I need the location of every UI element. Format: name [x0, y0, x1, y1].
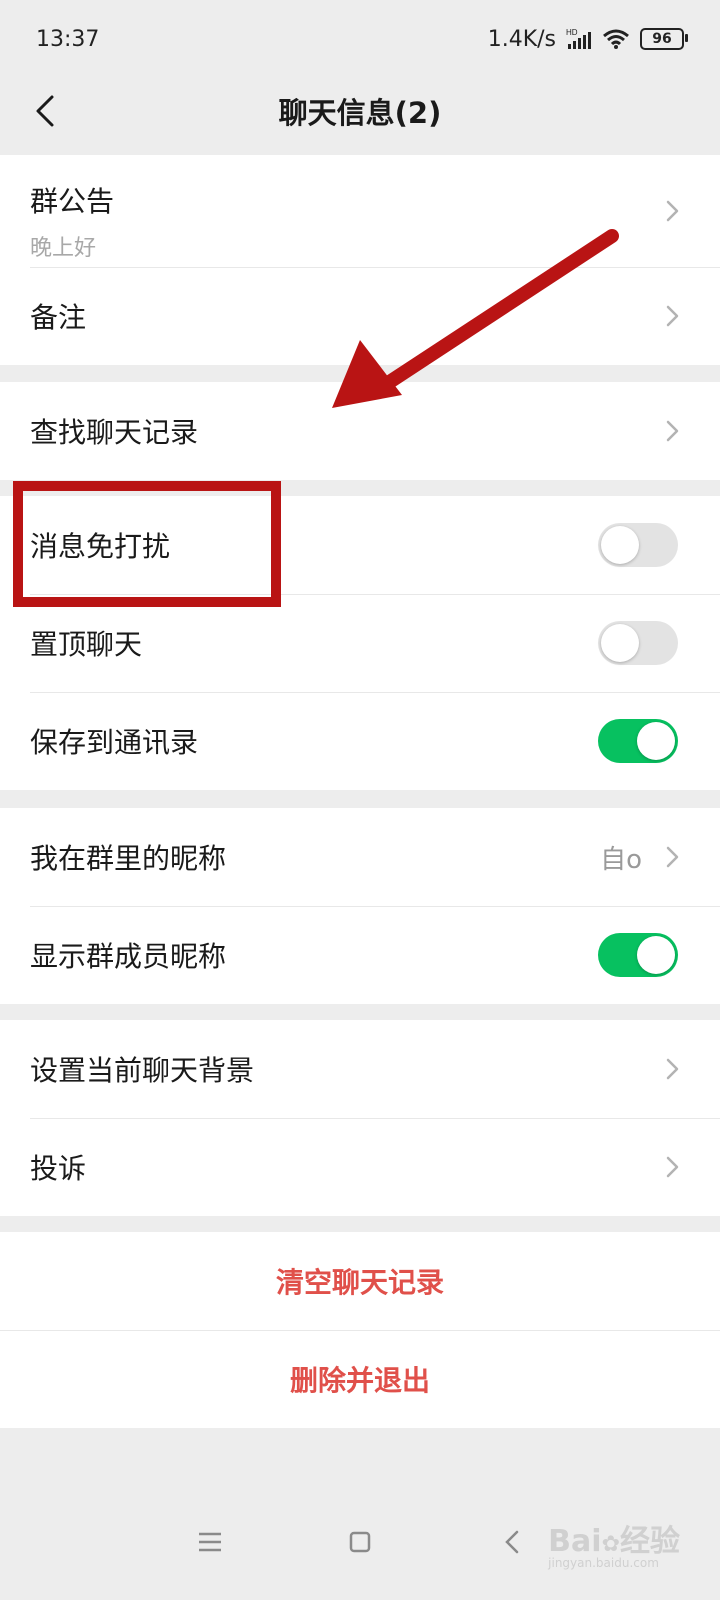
announcement-text: 晚上好 — [30, 236, 97, 261]
show-nicknames-row: 显示群成员昵称 — [0, 906, 720, 1004]
search-history-label: 查找聊天记录 — [30, 416, 199, 449]
back-triangle-icon — [505, 1530, 519, 1554]
back-button[interactable] — [18, 84, 72, 138]
save-contacts-row: 保存到通讯录 — [0, 692, 720, 790]
status-bar: 13:37 1.4K/s HD 96 — [0, 0, 720, 78]
system-back-button[interactable] — [490, 1520, 534, 1564]
clear-history-button[interactable]: 清空聊天记录 — [0, 1232, 720, 1330]
nickname-section: 我在群里的昵称 自o 显示群成员昵称 — [0, 808, 720, 1004]
watermark-text: Bai — [548, 1524, 602, 1559]
back-chevron-icon — [36, 95, 54, 127]
pin-label: 置顶聊天 — [30, 628, 143, 661]
show-nicknames-label: 显示群成员昵称 — [30, 940, 227, 973]
network-speed: 1.4K/s — [487, 26, 556, 52]
status-indicators: 1.4K/s HD 96 — [487, 26, 688, 52]
announcement-label: 群公告 — [30, 185, 115, 218]
chat-background-row[interactable]: 设置当前聊天背景 — [0, 1020, 720, 1118]
home-square-icon — [349, 1531, 371, 1553]
remark-label: 备注 — [30, 301, 87, 334]
show-nicknames-toggle[interactable] — [598, 933, 678, 977]
my-nickname-label: 我在群里的昵称 — [30, 842, 227, 875]
menu-button[interactable] — [188, 1520, 232, 1564]
toggle-knob — [637, 936, 675, 974]
chevron-right-icon — [666, 1156, 679, 1178]
mute-row: 消息免打扰 — [0, 496, 720, 594]
save-contacts-toggle[interactable] — [598, 719, 678, 763]
toggle-knob — [601, 526, 639, 564]
status-time: 13:37 — [36, 26, 100, 52]
signal-icon: HD — [566, 28, 591, 49]
complaint-row[interactable]: 投诉 — [0, 1118, 720, 1216]
nav-bar: 聊天信息(2) — [0, 78, 720, 144]
mute-toggle[interactable] — [598, 523, 678, 567]
watermark-text-2: 经验 — [620, 1524, 680, 1559]
delete-exit-button[interactable]: 删除并退出 — [0, 1330, 720, 1428]
chevron-right-icon — [666, 420, 679, 442]
announcement-row[interactable]: 群公告 晚上好 — [0, 155, 720, 267]
page-title: 聊天信息(2) — [278, 96, 442, 130]
actions-section: 清空聊天记录 删除并退出 — [0, 1232, 720, 1428]
svg-text:HD: HD — [566, 28, 578, 37]
complaint-label: 投诉 — [30, 1152, 87, 1185]
save-contacts-label: 保存到通讯录 — [30, 726, 199, 759]
chat-background-label: 设置当前聊天背景 — [30, 1054, 255, 1087]
toggle-knob — [601, 624, 639, 662]
toggle-knob — [637, 722, 675, 760]
info-section: 群公告 晚上好 备注 — [0, 155, 720, 365]
chevron-right-icon — [666, 200, 679, 222]
home-button[interactable] — [338, 1520, 382, 1564]
my-nickname-value: 自o — [600, 844, 642, 875]
remark-row[interactable]: 备注 — [0, 267, 720, 365]
mute-label: 消息免打扰 — [30, 530, 171, 563]
wifi-icon — [603, 29, 629, 49]
pin-row: 置顶聊天 — [0, 594, 720, 692]
paw-icon: ✿ — [601, 1532, 620, 1557]
toggle-section: 消息免打扰 置顶聊天 保存到通讯录 — [0, 496, 720, 790]
baidu-watermark: Bai✿经验 jingyan.baidu.com — [548, 1516, 680, 1570]
chevron-right-icon — [666, 305, 679, 327]
misc-section: 设置当前聊天背景 投诉 — [0, 1020, 720, 1216]
battery-icon: 96 — [640, 28, 688, 50]
chevron-right-icon — [666, 846, 679, 868]
menu-icon — [199, 1532, 221, 1552]
search-history-row[interactable]: 查找聊天记录 — [0, 382, 720, 480]
pin-toggle[interactable] — [598, 621, 678, 665]
search-section: 查找聊天记录 — [0, 382, 720, 480]
chevron-right-icon — [666, 1058, 679, 1080]
my-nickname-row[interactable]: 我在群里的昵称 自o — [0, 808, 720, 906]
